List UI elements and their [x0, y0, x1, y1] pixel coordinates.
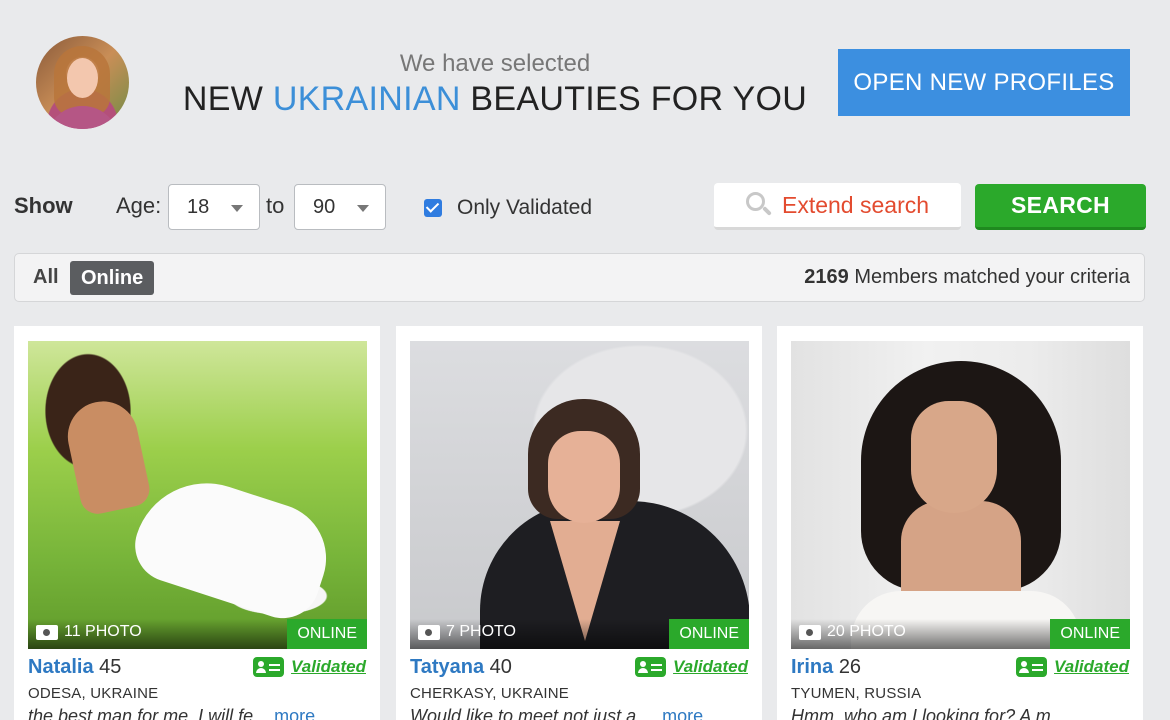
banner-subtitle: We have selected [399, 50, 591, 77]
profile-name-age: Irina 26 [791, 656, 861, 679]
profile-location: TYUMEN, RUSSIA [791, 685, 922, 702]
profile-card[interactable]: 20 PHOTO ONLINE Irina 26 Validated TYUME… [777, 326, 1143, 720]
chevron-down-icon [357, 205, 369, 212]
banner-title: NEW UKRAINIAN BEAUTIES FOR YOU [182, 80, 808, 118]
profile-age: 26 [838, 656, 862, 678]
chevron-down-icon [231, 205, 243, 212]
profile-location: CHERKASY, UKRAINE [410, 685, 570, 702]
profile-name[interactable]: Tatyana [410, 656, 484, 678]
profile-card[interactable]: 11 PHOTO ONLINE Natalia 45 Validated ODE… [14, 326, 380, 720]
profile-photo[interactable]: 11 PHOTO ONLINE [28, 341, 367, 649]
profile-age: 40 [489, 656, 512, 678]
validated-badge[interactable]: Validated [635, 657, 748, 677]
online-badge: ONLINE [1050, 619, 1130, 649]
camera-icon [36, 624, 58, 640]
profile-photo[interactable]: 20 PHOTO ONLINE [791, 341, 1130, 649]
profile-name-age: Tatyana 40 [410, 656, 512, 679]
profile-name-age: Natalia 45 [28, 656, 121, 679]
search-icon [745, 192, 772, 218]
to-label: to [266, 193, 285, 218]
profile-name[interactable]: Irina [791, 656, 833, 678]
profile-bio: Hmm, who am I looking for? A m... [791, 706, 1066, 720]
profile-age: 45 [99, 656, 122, 678]
id-card-icon [253, 657, 285, 677]
more-link[interactable]: more [662, 706, 703, 720]
camera-icon [418, 624, 440, 640]
more-link[interactable]: more [274, 706, 315, 720]
validated-badge[interactable]: Validated [253, 657, 366, 677]
members-count: 2169 [804, 266, 849, 288]
extend-search-button[interactable]: Extend search [714, 183, 961, 230]
banner-avatar [36, 36, 129, 129]
validated-badge[interactable]: Validated [1016, 657, 1129, 677]
profile-name[interactable]: Natalia [28, 656, 94, 678]
open-new-profiles-button[interactable]: OPEN NEW PROFILES [838, 49, 1130, 116]
results-bar: All Online 2169 Members matched your cri… [14, 253, 1145, 302]
age-from-select[interactable]: 18 [168, 184, 260, 230]
profile-bio: the best man for me. I will fe... more [28, 706, 368, 720]
online-badge: ONLINE [669, 619, 749, 649]
only-validated-checkbox[interactable] [424, 199, 442, 217]
age-to-select[interactable]: 90 [294, 184, 386, 230]
profile-photo[interactable]: 7 PHOTO ONLINE [410, 341, 749, 649]
tab-all[interactable]: All [33, 266, 59, 289]
id-card-icon [1016, 657, 1048, 677]
promo-banner: We have selected NEW UKRAINIAN BEAUTIES … [0, 0, 1170, 160]
show-label: Show [14, 193, 73, 218]
search-button[interactable]: SEARCH [975, 184, 1146, 230]
camera-icon [799, 624, 821, 640]
profile-card[interactable]: 7 PHOTO ONLINE Tatyana 40 Validated CHER… [396, 326, 762, 720]
profile-bio: Would like to meet not just a ... more [410, 706, 750, 720]
banner-title-accent: UKRAINIAN [272, 80, 461, 118]
extend-search-label: Extend search [781, 191, 930, 218]
id-card-icon [635, 657, 667, 677]
profile-location: ODESA, UKRAINE [28, 685, 159, 702]
photo-count: 11 PHOTO [36, 623, 142, 641]
age-label: Age: [116, 193, 162, 218]
only-validated-label[interactable]: Only Validated [457, 196, 592, 220]
photo-count: 7 PHOTO [418, 623, 516, 641]
tab-online[interactable]: Online [70, 261, 155, 295]
online-badge: ONLINE [287, 619, 367, 649]
members-matched-text: 2169 Members matched your criteria [804, 266, 1130, 288]
photo-count: 20 PHOTO [799, 623, 906, 641]
